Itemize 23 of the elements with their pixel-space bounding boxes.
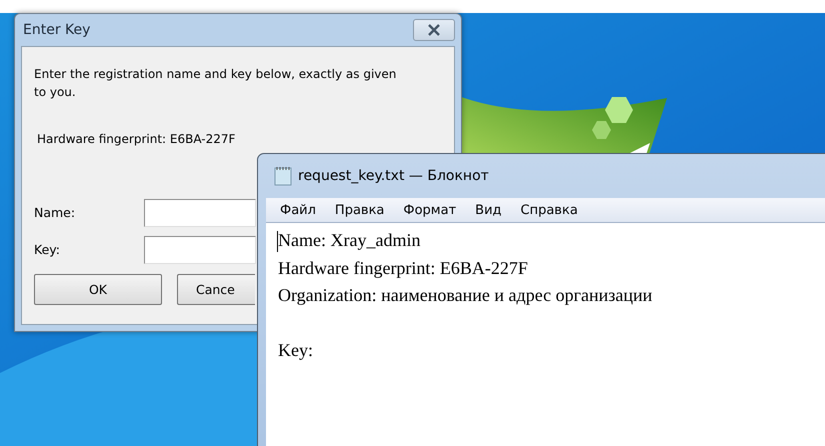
dialog-title: Enter Key <box>23 22 90 38</box>
field-label: Key: <box>34 242 61 257</box>
dialog-button[interactable]: OK <box>34 274 162 305</box>
text-line: Organization: наименование и адрес организации <box>278 284 654 307</box>
fingerprint-text: Hardware fingerprint: E6BA-227F <box>37 132 236 146</box>
menu-item[interactable]: Файл <box>272 200 323 220</box>
text-area[interactable]: Name: Xray_admin Hardware fingerprint: E6BA-227F Organization: наименование и адрес организации Key: <box>266 223 825 446</box>
input-field[interactable] <box>144 198 256 226</box>
instructions-text: Enter the registration name and key below, exactly as given to you. <box>34 66 398 101</box>
text-line: Key: <box>278 339 314 362</box>
menu-item[interactable]: Правка <box>326 200 392 220</box>
close-button[interactable] <box>413 19 455 41</box>
notepad-icon <box>274 166 292 186</box>
field-label: Name: <box>34 205 76 220</box>
close-icon <box>427 24 441 36</box>
menu-item[interactable]: Вид <box>467 200 509 220</box>
menu-item[interactable]: Справка <box>512 200 585 220</box>
dialog-button[interactable]: Cance <box>177 274 255 305</box>
notepad-title: request_key.txt — Блокнот <box>298 168 489 184</box>
menu-item[interactable]: Формат <box>395 200 464 220</box>
input-field[interactable] <box>144 236 256 264</box>
text-line: Name: Xray_admin <box>278 229 422 252</box>
text-line: Hardware fingerprint: E6BA-227F <box>278 256 529 280</box>
